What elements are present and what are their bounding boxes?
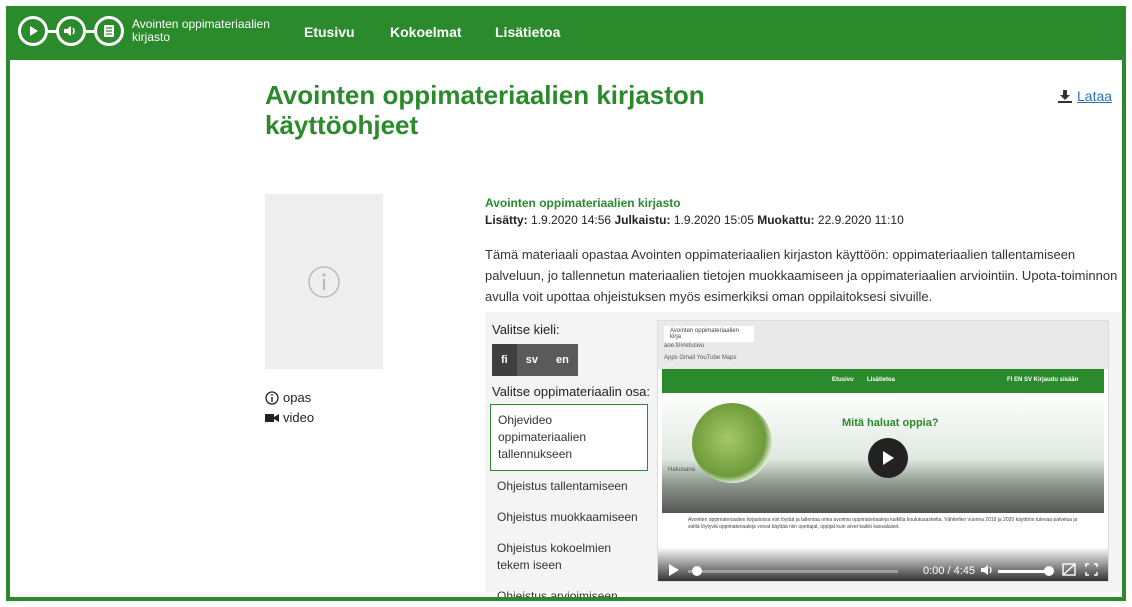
lang-sv-button[interactable]: sv xyxy=(517,344,547,376)
captions-off-icon[interactable] xyxy=(1062,563,1076,576)
video-site-header: Etusivu Lisätietoa FI EN SV Kirjaudu sis… xyxy=(662,369,1104,393)
play-icon[interactable] xyxy=(668,563,680,577)
download-label: Lataa xyxy=(1077,88,1113,104)
video-progress-bar[interactable] xyxy=(688,570,898,573)
logo-text: Avointen oppimateriaalien kirjasto xyxy=(132,17,270,44)
video-progress-handle[interactable] xyxy=(692,566,702,576)
material-dates: Lisätty: 1.9.2020 14:56 Julkaistu: 1.9.2… xyxy=(485,213,904,227)
nav-kokoelmat[interactable]: Kokoelmat xyxy=(390,24,462,40)
material-viewer-panel: Valitse kieli: fi sv en Valitse oppimate… xyxy=(485,312,1122,597)
top-navigation-bar: Avointen oppimateriaalien kirjasto Etusi… xyxy=(10,6,1122,60)
audio-icon xyxy=(56,16,86,46)
lang-en-button[interactable]: en xyxy=(547,344,578,376)
logo-home-link[interactable]: Avointen oppimateriaalien kirjasto xyxy=(18,16,272,46)
video-browser-chrome: Avointen oppimateriaalien kirja aoe.fi/#… xyxy=(658,321,1108,369)
volume-handle[interactable] xyxy=(1044,566,1054,576)
download-link[interactable]: Lataa xyxy=(1058,88,1112,104)
part-item-kokoelmat[interactable]: Ohjeistus kokoelmien tekem iseen xyxy=(490,533,648,581)
info-circle-icon xyxy=(265,391,279,405)
part-item-muokkaaminen[interactable]: Ohjeistus muokkaamiseen xyxy=(490,502,648,533)
material-source: Avointen oppimateriaalien kirjasto xyxy=(485,196,681,210)
video-frame-hero: Mitä haluat oppia? Hakusana xyxy=(662,393,1104,513)
video-time: 0:00 / 4:45 xyxy=(923,565,975,577)
type-opas: opas xyxy=(265,388,314,408)
part-label: Valitse oppimateriaalin osa: xyxy=(492,384,651,399)
material-parts-list: Ohjevideo oppimateriaalien tallennukseen… xyxy=(490,404,648,597)
page-title: Avointen oppimateriaalien kirjaston käyt… xyxy=(265,80,705,140)
volume-icon[interactable] xyxy=(980,564,994,576)
download-icon xyxy=(1058,89,1072,103)
play-icon xyxy=(18,16,48,46)
lang-fi-button[interactable]: fi xyxy=(492,344,517,376)
fullscreen-icon[interactable] xyxy=(1085,563,1098,576)
language-selector: fi sv en xyxy=(492,344,578,376)
video-controls: 0:00 / 4:45 xyxy=(658,547,1108,581)
part-item-arvioiminen[interactable]: Ohjeistus arvioimiseen xyxy=(490,581,648,597)
part-item-tallentaminen[interactable]: Ohjeistus tallentamiseen xyxy=(490,471,648,502)
video-camera-icon xyxy=(265,414,279,422)
video-play-overlay-button[interactable] xyxy=(868,438,908,478)
tree-image xyxy=(692,403,772,483)
main-nav: Etusivu xyxy=(304,24,355,40)
material-type-list: opas video xyxy=(265,388,314,428)
part-item-video[interactable]: Ohjevideo oppimateriaalien tallennukseen xyxy=(490,404,648,471)
type-video: video xyxy=(265,408,314,428)
volume-slider[interactable] xyxy=(998,570,1048,573)
video-player[interactable]: Avointen oppimateriaalien kirja aoe.fi/#… xyxy=(657,320,1109,582)
language-label: Valitse kieli: xyxy=(492,322,560,337)
nav-etusivu[interactable]: Etusivu xyxy=(304,24,355,40)
document-icon xyxy=(94,16,124,46)
page-frame: Avointen oppimateriaalien kirjasto Etusi… xyxy=(6,6,1126,601)
material-description: Tämä materiaali opastaa Avointen oppimat… xyxy=(485,247,1118,304)
material-thumbnail xyxy=(265,194,383,369)
nav-lisatietoa[interactable]: Lisätietoa xyxy=(495,24,560,40)
info-icon xyxy=(308,265,340,298)
